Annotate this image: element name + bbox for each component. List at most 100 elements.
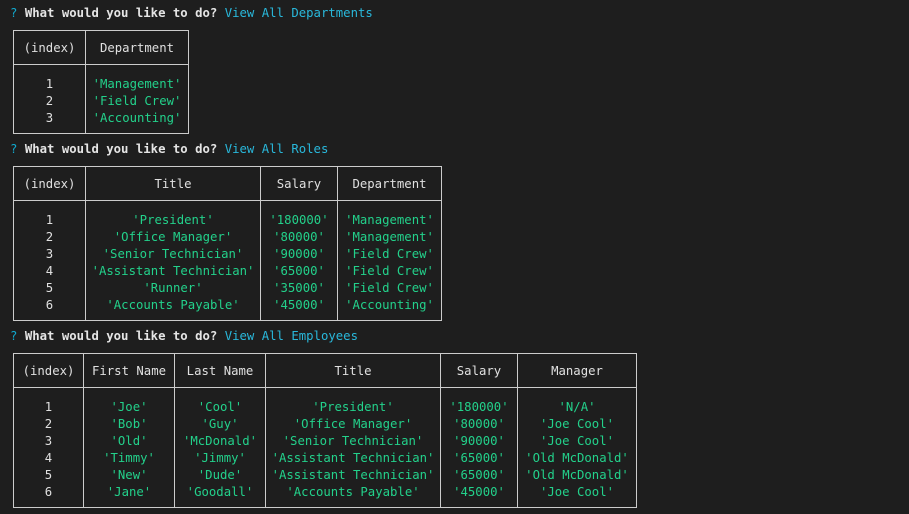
manager-cell: 'N/A' bbox=[517, 399, 637, 416]
table-row: 6 'Jane' 'Goodall' 'Accounts Payable' '4… bbox=[13, 484, 637, 501]
employees-table: (index) First Name Last Name Title Salar… bbox=[13, 353, 637, 508]
table-row: 6 'Accounts Payable' '45000' 'Accounting… bbox=[13, 297, 442, 314]
index-cell: 6 bbox=[13, 297, 86, 314]
salary-cell: '35000' bbox=[260, 280, 338, 297]
column-header: Salary bbox=[260, 166, 338, 201]
department-cell: 'Management' bbox=[337, 229, 442, 246]
last-name-cell: 'Goodall' bbox=[174, 484, 266, 501]
table-row: 2 'Bob' 'Guy' 'Office Manager' '80000' '… bbox=[13, 416, 637, 433]
department-cell: 'Field Crew' bbox=[337, 246, 442, 263]
table-row: 2 'Office Manager' '80000' 'Management' bbox=[13, 229, 442, 246]
last-name-cell: 'Jimmy' bbox=[174, 450, 266, 467]
prompt-question: What would you like to do? bbox=[24, 329, 218, 343]
salary-cell: '90000' bbox=[440, 433, 518, 450]
title-cell: 'Senior Technician' bbox=[265, 433, 441, 450]
department-cell: 'Field Crew' bbox=[85, 93, 189, 110]
table-header-row: (index) Department bbox=[13, 30, 189, 65]
prompt-line-3: ? What would you like to do? View All Em… bbox=[10, 328, 358, 345]
salary-cell: '80000' bbox=[260, 229, 338, 246]
first-name-cell: 'Timmy' bbox=[83, 450, 175, 467]
department-cell: 'Field Crew' bbox=[337, 263, 442, 280]
title-cell: 'Senior Technician' bbox=[85, 246, 261, 263]
prompt-answer: View All Employees bbox=[224, 329, 358, 343]
department-cell: 'Accounting' bbox=[337, 297, 442, 314]
table-header-row: (index) Title Salary Department bbox=[13, 166, 442, 201]
table-row: 1 'Joe' 'Cool' 'President' '180000' 'N/A… bbox=[13, 399, 637, 416]
last-name-cell: 'Dude' bbox=[174, 467, 266, 484]
manager-cell: 'Joe Cool' bbox=[517, 416, 637, 433]
index-cell: 2 bbox=[13, 93, 86, 110]
column-header: (index) bbox=[13, 166, 86, 201]
index-cell: 2 bbox=[13, 229, 86, 246]
salary-cell: '45000' bbox=[260, 297, 338, 314]
column-header: Manager bbox=[517, 353, 637, 388]
index-cell: 5 bbox=[13, 467, 84, 484]
title-cell: 'Office Manager' bbox=[85, 229, 261, 246]
first-name-cell: 'Bob' bbox=[83, 416, 175, 433]
column-header: First Name bbox=[83, 353, 175, 388]
department-cell: 'Management' bbox=[85, 76, 189, 93]
prompt-question: What would you like to do? bbox=[24, 142, 218, 156]
column-header: Department bbox=[85, 30, 189, 65]
title-cell: 'Assistant Technician' bbox=[265, 450, 441, 467]
prompt-line-1: ? What would you like to do? View All De… bbox=[10, 5, 373, 22]
index-cell: 1 bbox=[13, 212, 86, 229]
column-header: (index) bbox=[13, 30, 86, 65]
first-name-cell: 'Joe' bbox=[83, 399, 175, 416]
index-cell: 3 bbox=[13, 110, 86, 127]
index-cell: 4 bbox=[13, 263, 86, 280]
column-header: Title bbox=[265, 353, 441, 388]
table-row: 1 'President' '180000' 'Management' bbox=[13, 212, 442, 229]
salary-cell: '180000' bbox=[260, 212, 338, 229]
table-row: 4 'Assistant Technician' '65000' 'Field … bbox=[13, 263, 442, 280]
index-cell: 6 bbox=[13, 484, 84, 501]
title-cell: 'President' bbox=[265, 399, 441, 416]
title-cell: 'Runner' bbox=[85, 280, 261, 297]
first-name-cell: 'Jane' bbox=[83, 484, 175, 501]
salary-cell: '65000' bbox=[260, 263, 338, 280]
index-cell: 2 bbox=[13, 416, 84, 433]
prompt-answer: View All Departments bbox=[224, 6, 373, 20]
index-cell: 3 bbox=[13, 246, 86, 263]
manager-cell: 'Joe Cool' bbox=[517, 433, 637, 450]
index-cell: 1 bbox=[13, 399, 84, 416]
table-header-row: (index) First Name Last Name Title Salar… bbox=[13, 353, 637, 388]
index-cell: 5 bbox=[13, 280, 86, 297]
salary-cell: '45000' bbox=[440, 484, 518, 501]
last-name-cell: 'Guy' bbox=[174, 416, 266, 433]
title-cell: 'Accounts Payable' bbox=[265, 484, 441, 501]
first-name-cell: 'New' bbox=[83, 467, 175, 484]
roles-table: (index) Title Salary Department 1 'Presi… bbox=[13, 166, 442, 321]
title-cell: 'President' bbox=[85, 212, 261, 229]
table-row: 1 'Management' bbox=[13, 76, 189, 93]
manager-cell: 'Joe Cool' bbox=[517, 484, 637, 501]
departments-table: (index) Department 1 'Management' 2 'Fie… bbox=[13, 30, 189, 134]
manager-cell: 'Old McDonald' bbox=[517, 467, 637, 484]
title-cell: 'Office Manager' bbox=[265, 416, 441, 433]
table-row: 3 'Accounting' bbox=[13, 110, 189, 127]
index-cell: 3 bbox=[13, 433, 84, 450]
table-row: 2 'Field Crew' bbox=[13, 93, 189, 110]
first-name-cell: 'Old' bbox=[83, 433, 175, 450]
department-cell: 'Accounting' bbox=[85, 110, 189, 127]
prompt-question-mark: ? bbox=[10, 142, 18, 156]
table-row: 3 'Old' 'McDonald' 'Senior Technician' '… bbox=[13, 433, 637, 450]
title-cell: 'Assistant Technician' bbox=[85, 263, 261, 280]
department-cell: 'Management' bbox=[337, 212, 442, 229]
department-cell: 'Field Crew' bbox=[337, 280, 442, 297]
salary-cell: '65000' bbox=[440, 467, 518, 484]
prompt-line-2: ? What would you like to do? View All Ro… bbox=[10, 141, 328, 158]
column-header: Department bbox=[337, 166, 442, 201]
prompt-question-mark: ? bbox=[10, 329, 18, 343]
column-header: (index) bbox=[13, 353, 84, 388]
column-header: Title bbox=[85, 166, 261, 201]
title-cell: 'Assistant Technician' bbox=[265, 467, 441, 484]
salary-cell: '80000' bbox=[440, 416, 518, 433]
salary-cell: '180000' bbox=[440, 399, 518, 416]
table-row: 5 'New' 'Dude' 'Assistant Technician' '6… bbox=[13, 467, 637, 484]
manager-cell: 'Old McDonald' bbox=[517, 450, 637, 467]
prompt-answer: View All Roles bbox=[224, 142, 329, 156]
table-row: 4 'Timmy' 'Jimmy' 'Assistant Technician'… bbox=[13, 450, 637, 467]
column-header: Salary bbox=[440, 353, 518, 388]
index-cell: 4 bbox=[13, 450, 84, 467]
